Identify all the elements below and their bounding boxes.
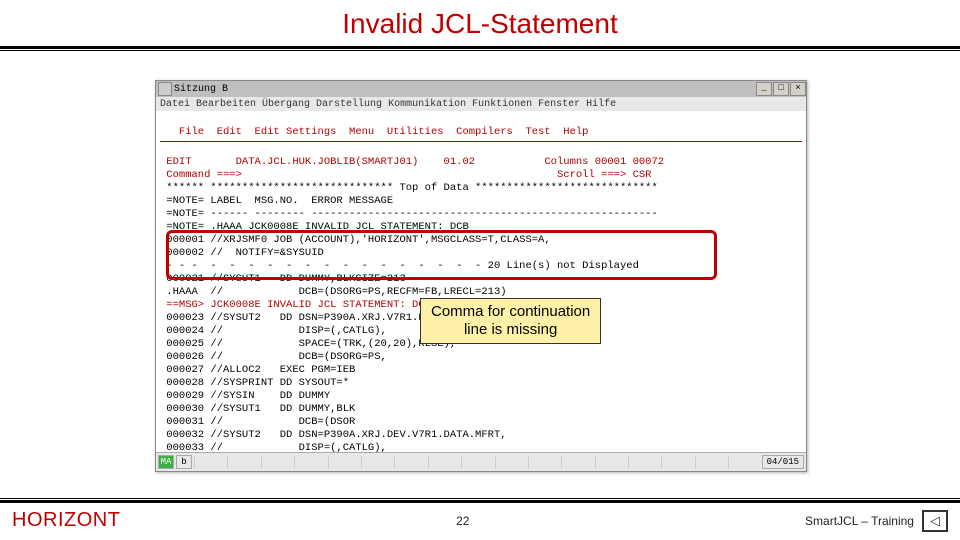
term-line: 000021 //SYSUT1 DD DUMMY,BLKSIZE=213 — [160, 273, 406, 285]
status-indicator: b — [176, 455, 192, 469]
minimize-button[interactable]: _ — [756, 82, 772, 96]
term-line: 000025 // SPACE=(TRK,(20,20),RLSE), — [160, 338, 456, 350]
term-line: =NOTE= .HAAA JCK0008E INVALID JCL STATEM… — [160, 221, 469, 233]
term-line: 000032 //SYSUT2 DD DSN=P390A.XRJ.DEV.V7R… — [160, 429, 507, 441]
menu-item[interactable]: Darstellung — [316, 99, 382, 110]
title-rule-thin — [0, 50, 960, 51]
slide-title: Invalid JCL-Statement — [342, 8, 617, 39]
window-titlebar: Sitzung B _ □ × — [156, 81, 806, 97]
term-line: 000024 // DISP=(,CATLG), — [160, 325, 387, 337]
callout-line1: Comma for continuation — [431, 303, 590, 321]
menu-item[interactable]: Fenster — [538, 99, 580, 110]
term-line: 000030 //SYSUT1 DD DUMMY,BLK — [160, 403, 355, 415]
cursor-position: 04/015 — [762, 455, 804, 469]
term-line: 000002 // NOTIFY=&SYSUID — [160, 247, 324, 259]
window-title: Sitzung B — [174, 84, 755, 95]
term-line: 000029 //SYSIN DD DUMMY — [160, 390, 330, 402]
terminal-content: File Edit Edit Settings Menu Utilities C… — [156, 111, 806, 472]
term-line: 000028 //SYSPRINT DD SYSOUT=* — [160, 377, 349, 389]
maximize-button[interactable]: □ — [773, 82, 789, 96]
menu-item[interactable]: Bearbeiten — [196, 99, 256, 110]
terminal-screenshot: Sitzung B _ □ × Datei Bearbeiten Übergan… — [155, 80, 807, 472]
slide-footer: HORIZONT 22 SmartJCL – Training ◁ — [0, 498, 960, 540]
menu-item[interactable]: Kommunikation — [388, 99, 466, 110]
ispf-menu-line: File Edit Edit Settings Menu Utilities C… — [160, 126, 588, 138]
term-line: EDIT DATA.JCL.HUK.JOBLIB(SMARTJ01) 01.02… — [160, 156, 664, 168]
ispf-divider — [160, 141, 802, 142]
page-number: 22 — [456, 514, 469, 528]
app-icon — [158, 82, 172, 96]
status-spacer — [194, 456, 762, 468]
term-line: 000031 // DCB=(DSOR — [160, 416, 355, 428]
term-line: 000026 // DCB=(DSORG=PS, — [160, 351, 387, 363]
term-line: .HAAA // DCB=(DSORG=PS,RECFM=FB,LRECL=21… — [160, 286, 507, 298]
nav-back-icon[interactable]: ◁ — [922, 510, 948, 532]
term-line-error: ==MSG> JCK0008E INVALID JCL STATEMENT: D… — [160, 299, 431, 311]
menu-item[interactable]: Hilfe — [586, 99, 616, 110]
footer-rule-thin — [0, 498, 960, 499]
host-menu-bar: Datei Bearbeiten Übergang Darstellung Ko… — [156, 97, 806, 111]
term-line: 000001 //XRJSMF0 JOB (ACCOUNT),'HORIZONT… — [160, 234, 551, 246]
product-name: SmartJCL – Training — [805, 514, 914, 528]
term-line: 000027 //ALLOC2 EXEC PGM=IEB — [160, 364, 355, 376]
brand-logo: HORIZONT — [12, 509, 120, 532]
status-indicator: MA — [158, 455, 174, 469]
term-line: ****** ***************************** Top… — [160, 182, 658, 194]
menu-item[interactable]: Funktionen — [472, 99, 532, 110]
menu-item[interactable]: Übergang — [262, 99, 310, 110]
callout-line2: line is missing — [431, 321, 590, 339]
slide-title-area: Invalid JCL-Statement — [0, 0, 960, 44]
term-line: =NOTE= ------ -------- -----------------… — [160, 208, 658, 220]
term-line: =NOTE= LABEL MSG.NO. ERROR MESSAGE — [160, 195, 393, 207]
term-line: - - - - - - - - - - - - - - - - - - 20 L… — [160, 260, 639, 272]
menu-item[interactable]: Datei — [160, 99, 190, 110]
close-button[interactable]: × — [790, 82, 806, 96]
term-line: Command ===> Scroll ===> CSR — [160, 169, 651, 181]
annotation-callout: Comma for continuation line is missing — [420, 298, 601, 344]
title-rule-thick — [0, 46, 960, 49]
terminal-statusbar: MA b 04/015 — [156, 452, 806, 471]
